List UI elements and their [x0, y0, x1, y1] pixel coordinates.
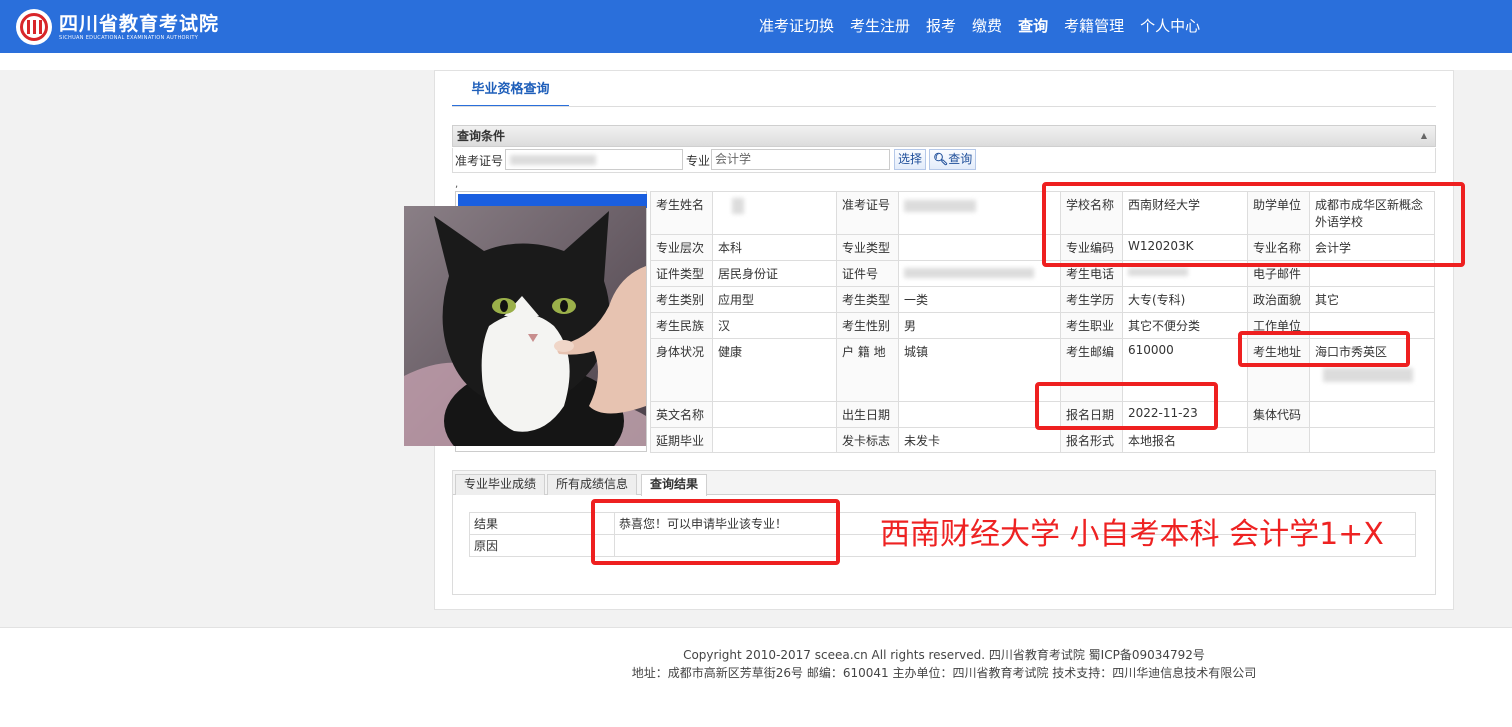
select-major-button[interactable]: 选择: [894, 149, 927, 170]
value-ethnicity: 汉: [712, 312, 837, 339]
value-id-type: 居民身份证: [712, 260, 837, 287]
nav-records[interactable]: 考籍管理: [1064, 16, 1124, 36]
nav-personal-center[interactable]: 个人中心: [1140, 16, 1200, 36]
main-nav: 准考证切换 考生注册 报考 缴费 查询 考籍管理 个人中心: [751, 16, 1208, 36]
label-id-no: 证件号: [836, 260, 899, 287]
label-deferred: 延期毕业: [650, 427, 713, 453]
tab-graduation-query[interactable]: 毕业资格查询: [452, 77, 569, 107]
admit-number-input[interactable]: [505, 149, 683, 170]
cat-photo-image: [404, 206, 646, 446]
value-card-flag: 未发卡: [898, 427, 1061, 453]
highlight-address-box: [1238, 331, 1410, 367]
logo-subtitle: SICHUAN EDUCATIONAL EXAMINATION AUTHORIT…: [59, 34, 199, 41]
value-register-form: 本地报名: [1122, 427, 1248, 453]
search-button[interactable]: 🔍︎查询: [929, 149, 977, 170]
label-student-category: 考生类别: [650, 286, 713, 313]
nav-ticket-switch[interactable]: 准考证切换: [759, 16, 834, 36]
major-input[interactable]: 会计学: [711, 149, 890, 170]
label-birth-date: 出生日期: [836, 401, 899, 428]
admit-number-label: 准考证号: [455, 154, 504, 168]
value-education: 大专(专科): [1122, 286, 1248, 313]
page-footer: Copyright 2010-2017 sceea.cn All rights …: [0, 646, 1512, 682]
label-education: 考生学历: [1060, 286, 1123, 313]
annotation-text: 西南财经大学 小自考本科 会计学1+X: [880, 517, 1384, 552]
major-label: 专业: [686, 154, 711, 168]
label-gender: 考生性别: [836, 312, 899, 339]
collapse-arrow-icon[interactable]: ▲: [1421, 126, 1427, 146]
tab-query-result[interactable]: 查询结果: [641, 474, 708, 496]
value-gender: 男: [898, 312, 1061, 339]
value-admit-no: [898, 191, 1061, 235]
label-level: 专业层次: [650, 234, 713, 261]
nav-query[interactable]: 查询: [1018, 16, 1048, 36]
value-level: 本科: [712, 234, 837, 261]
nav-apply-exam[interactable]: 报考: [926, 16, 956, 36]
value-id-no: [898, 260, 1061, 287]
value-group-code: [1309, 401, 1435, 428]
label-ethnicity: 考生民族: [650, 312, 713, 339]
highlight-school-box: [1042, 182, 1465, 267]
highlight-date-box: [1035, 382, 1218, 430]
value-health: 健康: [712, 338, 837, 402]
value-major-type: [898, 234, 1061, 261]
query-conditions-title: 查询条件: [457, 129, 506, 143]
footer-address: 地址：成都市高新区芳草街26号 邮编：610041 主办单位：四川省教育考试院 …: [631, 666, 1257, 680]
label-group-code: 集体代码: [1247, 401, 1310, 428]
value-name: [712, 191, 837, 235]
result-tab-strip: 专业毕业成绩 所有成绩信息 查询结果: [453, 471, 1435, 496]
value-student-category: 应用型: [712, 286, 837, 313]
student-photo-cat: [404, 206, 646, 446]
top-navbar: 四川省教育考试院 SICHUAN EDUCATIONAL EXAMINATION…: [0, 0, 1512, 53]
value-english-name: [712, 401, 837, 428]
logo-title: 四川省教育考试院: [59, 12, 220, 35]
query-conditions-header[interactable]: 查询条件 ▲: [452, 125, 1436, 147]
magnifier-icon: 🔍︎: [933, 152, 949, 166]
site-logo[interactable]: 四川省教育考试院 SICHUAN EDUCATIONAL EXAMINATION…: [16, 9, 219, 45]
label-id-type: 证件类型: [650, 260, 713, 287]
label-register-form: 报名形式: [1060, 427, 1123, 453]
label-major-type: 专业类型: [836, 234, 899, 261]
value-deferred: [712, 427, 837, 453]
label-student-type: 考生类型: [836, 286, 899, 313]
label-health: 身体状况: [650, 338, 713, 402]
label-card-flag: 发卡标志: [836, 427, 899, 453]
label-english-name: 英文名称: [650, 401, 713, 428]
value-student-type: 一类: [898, 286, 1061, 313]
search-button-label: 查询: [948, 152, 973, 166]
logo-emblem-icon: [16, 9, 52, 45]
label-household: 户 籍 地: [836, 338, 899, 402]
label-name: 考生姓名: [650, 191, 713, 235]
footer-copyright: Copyright 2010-2017 sceea.cn All rights …: [683, 648, 1205, 662]
tab-all-grades[interactable]: 所有成绩信息: [547, 474, 638, 495]
tab-major-grades[interactable]: 专业毕业成绩: [455, 474, 546, 495]
value-occupation: 其它不便分类: [1122, 312, 1248, 339]
label-occupation: 考生职业: [1060, 312, 1123, 339]
label-political: 政治面貌: [1247, 286, 1310, 313]
value-political: 其它: [1309, 286, 1435, 313]
highlight-result-box: [591, 499, 840, 565]
nav-register[interactable]: 考生注册: [850, 16, 910, 36]
query-conditions-row: 准考证号 专业 会计学 选择 🔍︎查询: [452, 148, 1436, 173]
nav-payment[interactable]: 缴费: [972, 16, 1002, 36]
label-admit-no: 准考证号: [836, 191, 899, 235]
